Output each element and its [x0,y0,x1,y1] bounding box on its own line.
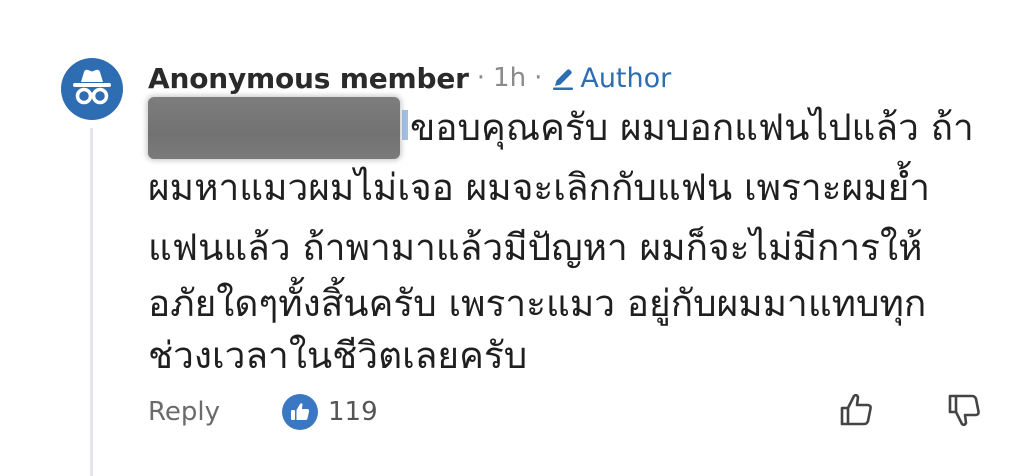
pencil-icon [553,69,574,90]
timestamp: 1h [493,63,527,93]
comment-text-line: ช่วงเวลาในชีวิตเลยครับ [148,334,528,377]
author-name[interactable]: Anonymous member [148,62,469,95]
separator: · [534,63,543,93]
comment-footer: Reply 119 [148,390,378,434]
avatar[interactable] [61,58,123,120]
redacted-mention [148,97,400,159]
incognito-icon [73,69,111,105]
comment: Anonymous member · 1h · Author ขอบคุณครั… [0,0,1024,476]
comment-text-line: แฟนแล้ว ถ้าพามาแล้วมีปัญหา ผมก็จะไม่มีกา… [148,226,923,269]
comment-text-line: ขอบคุณครับ ผมบอกแฟนไปแล้ว ถ้า [410,106,974,149]
comment-text-line: ผมหาแมวผมไม่เจอ ผมจะเลิกกับแฟน เพราะผมย้… [148,166,931,209]
comment-text-line: อภัยใดๆทั้งสิ้นครับ เพราะแมว อยู่กับผมมา… [148,282,927,325]
comment-header: Anonymous member · 1h · Author [148,56,671,100]
author-badge-label: Author [580,62,672,94]
like-reaction-badge[interactable] [282,394,319,430]
thread-line [90,128,93,476]
thumbs-up-icon [291,403,310,420]
like-count: 119 [328,397,378,427]
separator: · [476,63,486,93]
upvote-button[interactable] [834,388,878,432]
downvote-button[interactable] [942,388,986,432]
author-badge: Author [550,63,671,94]
thumbs-down-outline-icon [948,394,980,427]
reply-button[interactable]: Reply [148,397,220,427]
mention-tail [402,110,408,140]
thumbs-up-outline-icon [840,393,872,426]
